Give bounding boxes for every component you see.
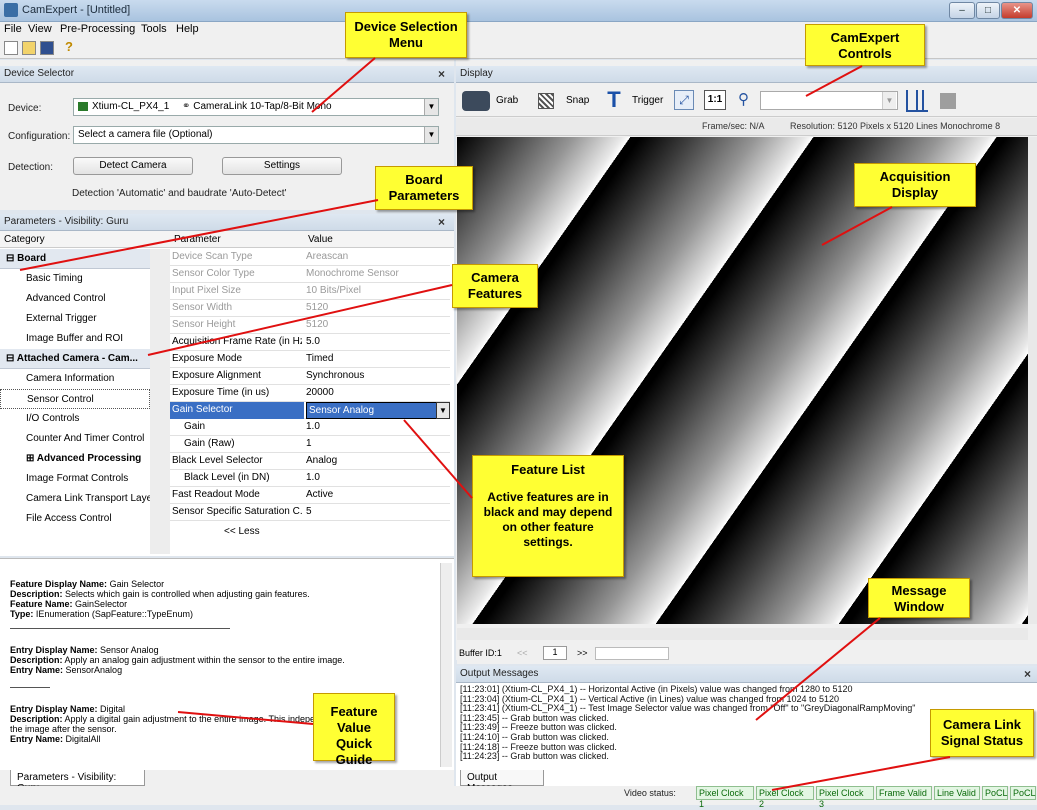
pointer-feature-list [403,419,473,499]
callout-pointer-lines [19,57,951,791]
pointer-camexpert-controls [805,65,863,97]
pointer-camera-features [147,284,453,356]
pointer-link-status [771,756,951,791]
pointer-message-window [755,617,881,721]
pointer-device-menu [311,57,376,113]
pointer-board-parameters [19,199,379,271]
pointer-acquisition-display [821,206,893,246]
pointer-quick-guide [177,711,314,725]
